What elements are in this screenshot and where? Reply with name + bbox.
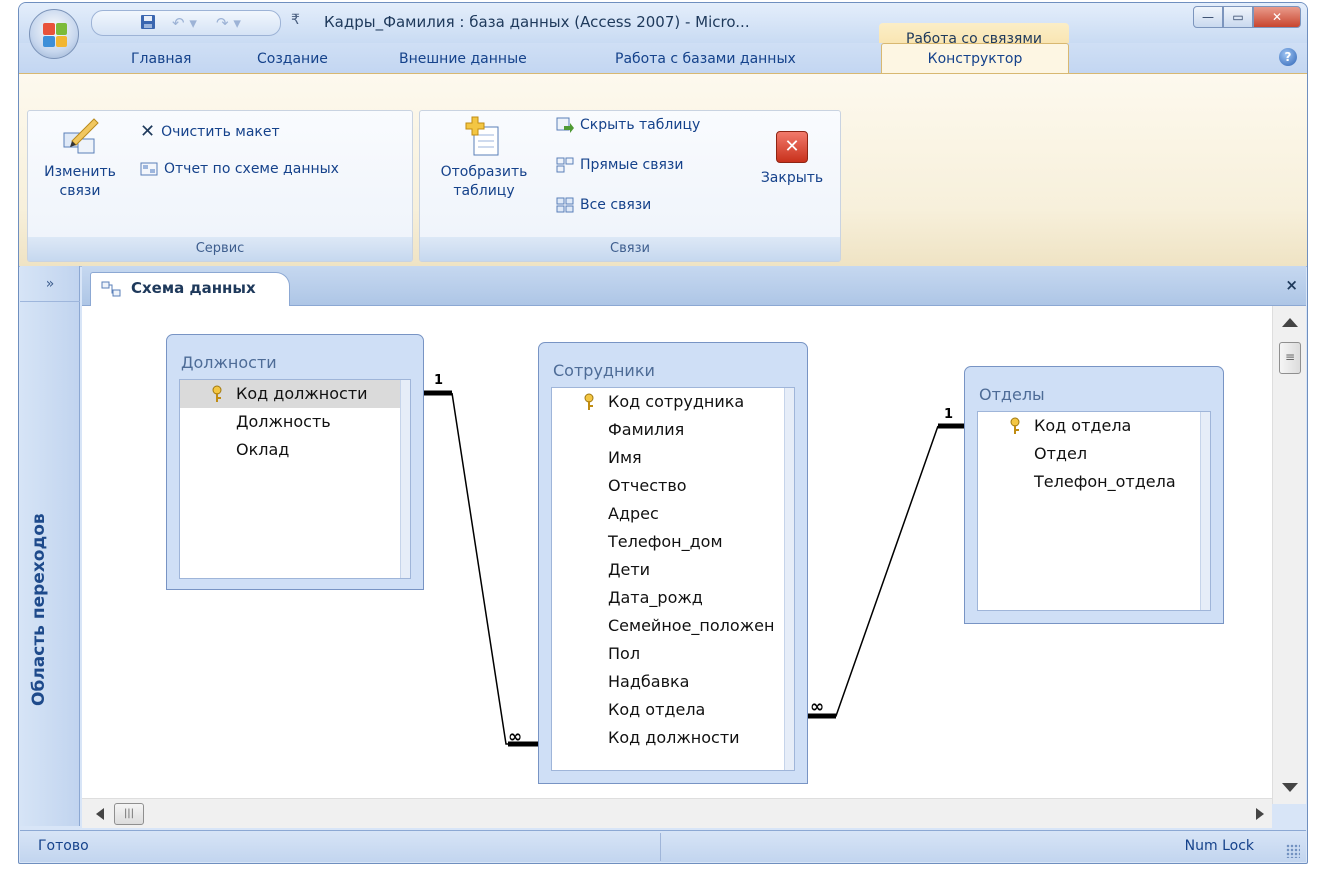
- edit-relations-button[interactable]: Изменить связи: [32, 115, 128, 201]
- tab-create[interactable]: Создание: [257, 51, 328, 67]
- field-item[interactable]: Код должности: [552, 724, 794, 752]
- window-title: Кадры_Фамилия : база данных (Access 2007…: [324, 13, 750, 31]
- relationships-icon: [101, 281, 121, 297]
- nav-pane-title[interactable]: Область переходов: [29, 513, 49, 706]
- scroll-down-icon[interactable]: [1282, 783, 1298, 792]
- office-button[interactable]: [29, 9, 79, 59]
- field-list-scrollbar[interactable]: [784, 388, 794, 770]
- undo-icon[interactable]: ↶ ▾: [172, 14, 197, 32]
- scroll-left-icon[interactable]: [96, 808, 104, 820]
- num-lock-indicator: Num Lock: [1184, 838, 1254, 854]
- window-controls: — ▭ ✕: [1193, 6, 1301, 30]
- document-tab-bar: Схема данных ×: [82, 266, 1306, 306]
- title-bar: ↶ ▾ ↷ ▾ ₹ Кадры_Фамилия : база данных (A…: [19, 3, 1307, 43]
- nav-pane-toggle-button[interactable]: »: [20, 266, 80, 302]
- table-departments[interactable]: Отделы Код отдела Отдел Телефон_отдела: [964, 366, 1224, 624]
- field-item[interactable]: Отдел: [978, 440, 1210, 468]
- status-divider: [660, 833, 661, 861]
- save-icon[interactable]: [140, 14, 156, 34]
- field-item[interactable]: Код отдела: [978, 412, 1210, 440]
- ribbon: Изменить связи ✕ Очистить макет Отчет по…: [19, 73, 1307, 267]
- field-item[interactable]: Оклад: [180, 436, 410, 464]
- table-title: Сотрудники: [553, 361, 655, 380]
- quick-access-toolbar: ↶ ▾ ↷ ▾: [91, 10, 281, 36]
- field-list[interactable]: Код отдела Отдел Телефон_отдела: [977, 411, 1211, 611]
- tab-relationships-diagram[interactable]: Схема данных: [90, 272, 290, 306]
- group-relations-label: Связи: [420, 237, 840, 261]
- help-icon[interactable]: ?: [1279, 48, 1297, 66]
- vertical-scroll-thumb[interactable]: ≡: [1279, 342, 1301, 374]
- field-item[interactable]: Пол: [552, 640, 794, 668]
- field-item[interactable]: Телефон_отдела: [978, 468, 1210, 496]
- hide-table-button[interactable]: Скрыть таблицу: [556, 117, 700, 133]
- scroll-right-icon[interactable]: [1256, 808, 1264, 820]
- ribbon-tabs: Главная Создание Внешние данные Работа с…: [19, 43, 1307, 74]
- hide-table-icon: [556, 117, 574, 133]
- field-item[interactable]: Код отдела: [552, 696, 794, 724]
- field-list-scrollbar[interactable]: [400, 380, 410, 578]
- primary-key-icon: [1010, 417, 1020, 434]
- show-table-icon: [465, 116, 499, 156]
- all-relations-button[interactable]: Все связи: [556, 197, 651, 213]
- group-service-label: Сервис: [28, 237, 412, 261]
- all-relations-icon: [556, 197, 574, 213]
- field-item[interactable]: Имя: [552, 444, 794, 472]
- status-text: Готово: [38, 838, 89, 854]
- group-relations: Отобразить таблицу Скрыть таблицу Прямые…: [419, 110, 841, 262]
- direct-relations-button[interactable]: Прямые связи: [556, 157, 683, 173]
- field-item[interactable]: Отчество: [552, 472, 794, 500]
- tab-database-tools[interactable]: Работа с базами данных: [615, 51, 796, 67]
- relationship-report-button[interactable]: Отчет по схеме данных: [140, 161, 339, 177]
- minimize-button[interactable]: —: [1193, 6, 1223, 28]
- field-item[interactable]: Дети: [552, 556, 794, 584]
- field-item[interactable]: Должность: [180, 408, 410, 436]
- direct-relations-icon: [556, 157, 574, 173]
- close-window-button[interactable]: ✕: [1253, 6, 1301, 28]
- customize-qat-icon[interactable]: ₹: [291, 12, 300, 28]
- close-relations-button[interactable]: ✕ Закрыть: [750, 131, 834, 188]
- clear-layout-button[interactable]: ✕ Очистить макет: [140, 121, 280, 142]
- group-service: Изменить связи ✕ Очистить макет Отчет по…: [27, 110, 413, 262]
- table-employees[interactable]: Сотрудники Код сотрудника Фамилия Имя От…: [538, 342, 808, 784]
- field-list-scrollbar[interactable]: [1200, 412, 1210, 610]
- scroll-up-icon[interactable]: [1282, 318, 1298, 327]
- clear-icon: ✕: [140, 121, 156, 142]
- tab-designer[interactable]: Конструктор: [881, 43, 1069, 74]
- show-table-button[interactable]: Отобразить таблицу: [424, 115, 544, 201]
- vertical-scrollbar[interactable]: ≡: [1272, 306, 1306, 804]
- field-item[interactable]: Код сотрудника: [552, 388, 794, 416]
- table-positions[interactable]: Должности Код должности Должность Оклад: [166, 334, 424, 590]
- navigation-pane: » Область переходов: [20, 266, 80, 826]
- office-logo-icon: [43, 23, 67, 47]
- field-item[interactable]: Фамилия: [552, 416, 794, 444]
- horizontal-scroll-thumb[interactable]: |||: [114, 803, 144, 825]
- primary-key-icon: [584, 393, 594, 410]
- tab-home[interactable]: Главная: [131, 51, 191, 67]
- report-icon: [140, 162, 158, 176]
- field-item[interactable]: Код должности: [180, 380, 410, 408]
- redo-icon[interactable]: ↷ ▾: [216, 14, 241, 32]
- status-bar: Готово Num Lock: [20, 830, 1306, 862]
- field-item[interactable]: Дата_рожд: [552, 584, 794, 612]
- edit-relations-icon: [63, 118, 99, 154]
- table-title: Отделы: [979, 385, 1045, 404]
- resize-grip-icon[interactable]: [1286, 844, 1300, 858]
- primary-key-icon: [212, 385, 222, 402]
- field-item[interactable]: Семейное_положен: [552, 612, 794, 640]
- close-red-icon: ✕: [776, 131, 808, 163]
- field-item[interactable]: Надбавка: [552, 668, 794, 696]
- field-item[interactable]: Адрес: [552, 500, 794, 528]
- field-list[interactable]: Код должности Должность Оклад: [179, 379, 411, 579]
- field-item[interactable]: Телефон_дом: [552, 528, 794, 556]
- field-list[interactable]: Код сотрудника Фамилия Имя Отчество Адре…: [551, 387, 795, 771]
- horizontal-scrollbar[interactable]: |||: [82, 798, 1272, 828]
- close-document-button[interactable]: ×: [1285, 276, 1298, 294]
- table-title: Должности: [181, 353, 277, 372]
- tab-external-data[interactable]: Внешние данные: [399, 51, 527, 67]
- maximize-button[interactable]: ▭: [1223, 6, 1253, 28]
